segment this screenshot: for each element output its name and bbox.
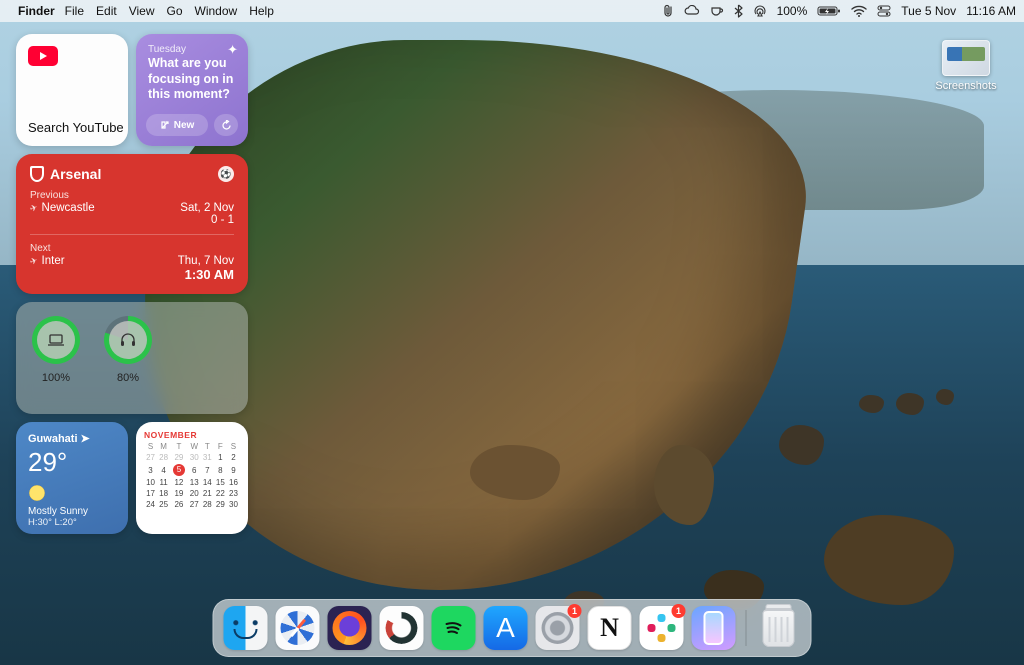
away-icon: ✈ (28, 202, 39, 215)
battery-icon[interactable] (817, 5, 841, 17)
prev-score: 0 - 1 (180, 214, 234, 226)
menu-window[interactable]: Window (195, 4, 238, 18)
weather-temp: 29° (28, 447, 116, 478)
weather-condition: Mostly Sunny (28, 506, 116, 517)
menubar-status: 100% Tue 5 Nov 11:16 AM (662, 4, 1016, 18)
menu-file[interactable]: File (65, 4, 84, 18)
youtube-icon (28, 46, 58, 66)
coffee-icon[interactable] (710, 5, 724, 17)
widget-batteries[interactable]: 100% 80% (16, 302, 248, 414)
menubar-app-name[interactable]: Finder (18, 4, 55, 18)
team-name: Arsenal (50, 166, 101, 182)
location-icon: ➤ (81, 432, 90, 445)
laptop-battery-ring (32, 316, 80, 364)
widget-sports[interactable]: Arsenal ⚽ Previous ✈Newcastle Sat, 2 Nov… (16, 154, 248, 294)
dock-app-activity[interactable] (380, 606, 424, 650)
dock-app-notion[interactable]: N (588, 606, 632, 650)
youtube-label: Search YouTube (28, 120, 124, 136)
dock-app-spotify[interactable] (432, 606, 476, 650)
weather-location: Guwahati (28, 433, 78, 445)
folder-thumbnail-icon (942, 40, 990, 76)
sun-icon (28, 484, 46, 502)
slack-badge: 1 (672, 604, 686, 618)
focus-refresh-button[interactable] (214, 114, 238, 136)
menu-help[interactable]: Help (249, 4, 274, 18)
league-icon: ⚽ (218, 166, 234, 182)
widgets-area: Search YouTube ✦ Tuesday What are you fo… (16, 34, 256, 534)
next-heading: Next (30, 243, 234, 254)
dock-app-phone-mirroring[interactable] (692, 606, 736, 650)
dock-trash[interactable] (757, 606, 801, 650)
focus-day: Tuesday (148, 44, 236, 55)
laptop-icon (47, 333, 65, 347)
menu-go[interactable]: Go (167, 4, 183, 18)
dock-app-firefox[interactable] (328, 606, 372, 650)
laptop-battery-pct: 100% (42, 372, 70, 384)
calendar-grid: SMTWTFS272829303112345678910111213141516… (144, 442, 240, 510)
menubar: Finder File Edit View Go Window Help 100… (0, 0, 1024, 22)
next-time: 1:30 AM (178, 267, 234, 282)
widget-weather[interactable]: Guwahati➤ 29° Mostly Sunny H:30° L:20° (16, 422, 128, 534)
dock-separator (746, 610, 747, 646)
dock-app-appstore[interactable]: A (484, 606, 528, 650)
menu-view[interactable]: View (129, 4, 155, 18)
weather-range: H:30° L:20° (28, 517, 116, 528)
dock-app-safari[interactable] (276, 606, 320, 650)
headphones-battery-pct: 80% (117, 372, 139, 384)
prev-date: Sat, 2 Nov (180, 202, 234, 214)
calendar-month: NOVEMBER (144, 430, 240, 440)
focus-new-label: New (174, 120, 195, 131)
widget-calendar[interactable]: NOVEMBER SMTWTFS272829303112345678910111… (136, 422, 248, 534)
headphones-icon (119, 332, 137, 348)
folder-label: Screenshots (932, 80, 1000, 92)
away-icon: ✈ (28, 255, 39, 268)
airdrop-icon[interactable] (753, 5, 767, 17)
attachment-icon[interactable] (662, 4, 674, 18)
cloud-sync-icon[interactable] (684, 5, 700, 17)
dock-app-slack[interactable]: 1 (640, 606, 684, 650)
next-date: Thu, 7 Nov (178, 255, 234, 267)
prev-opponent: Newcastle (42, 202, 95, 214)
dock-app-finder[interactable] (224, 606, 268, 650)
menubar-date[interactable]: Tue 5 Nov (901, 4, 956, 18)
desktop-folder-screenshots[interactable]: Screenshots (932, 40, 1000, 92)
focus-question: What are you focusing on in this moment? (148, 56, 236, 103)
team-crest-icon (30, 166, 44, 182)
dock-app-settings[interactable]: 1 (536, 606, 580, 650)
next-opponent: Inter (42, 255, 65, 267)
control-center-icon[interactable] (877, 5, 891, 17)
dock: A 1 N 1 (213, 599, 812, 657)
menubar-time[interactable]: 11:16 AM (966, 4, 1016, 18)
battery-percent: 100% (777, 4, 808, 18)
menu-edit[interactable]: Edit (96, 4, 117, 18)
headphones-battery-ring (104, 316, 152, 364)
widget-youtube[interactable]: Search YouTube (16, 34, 128, 146)
widget-focus[interactable]: ✦ Tuesday What are you focusing on in th… (136, 34, 248, 146)
focus-new-button[interactable]: New (146, 114, 208, 136)
prev-heading: Previous (30, 190, 234, 201)
settings-badge: 1 (568, 604, 582, 618)
wifi-icon[interactable] (851, 5, 867, 17)
bluetooth-icon[interactable] (734, 4, 743, 18)
